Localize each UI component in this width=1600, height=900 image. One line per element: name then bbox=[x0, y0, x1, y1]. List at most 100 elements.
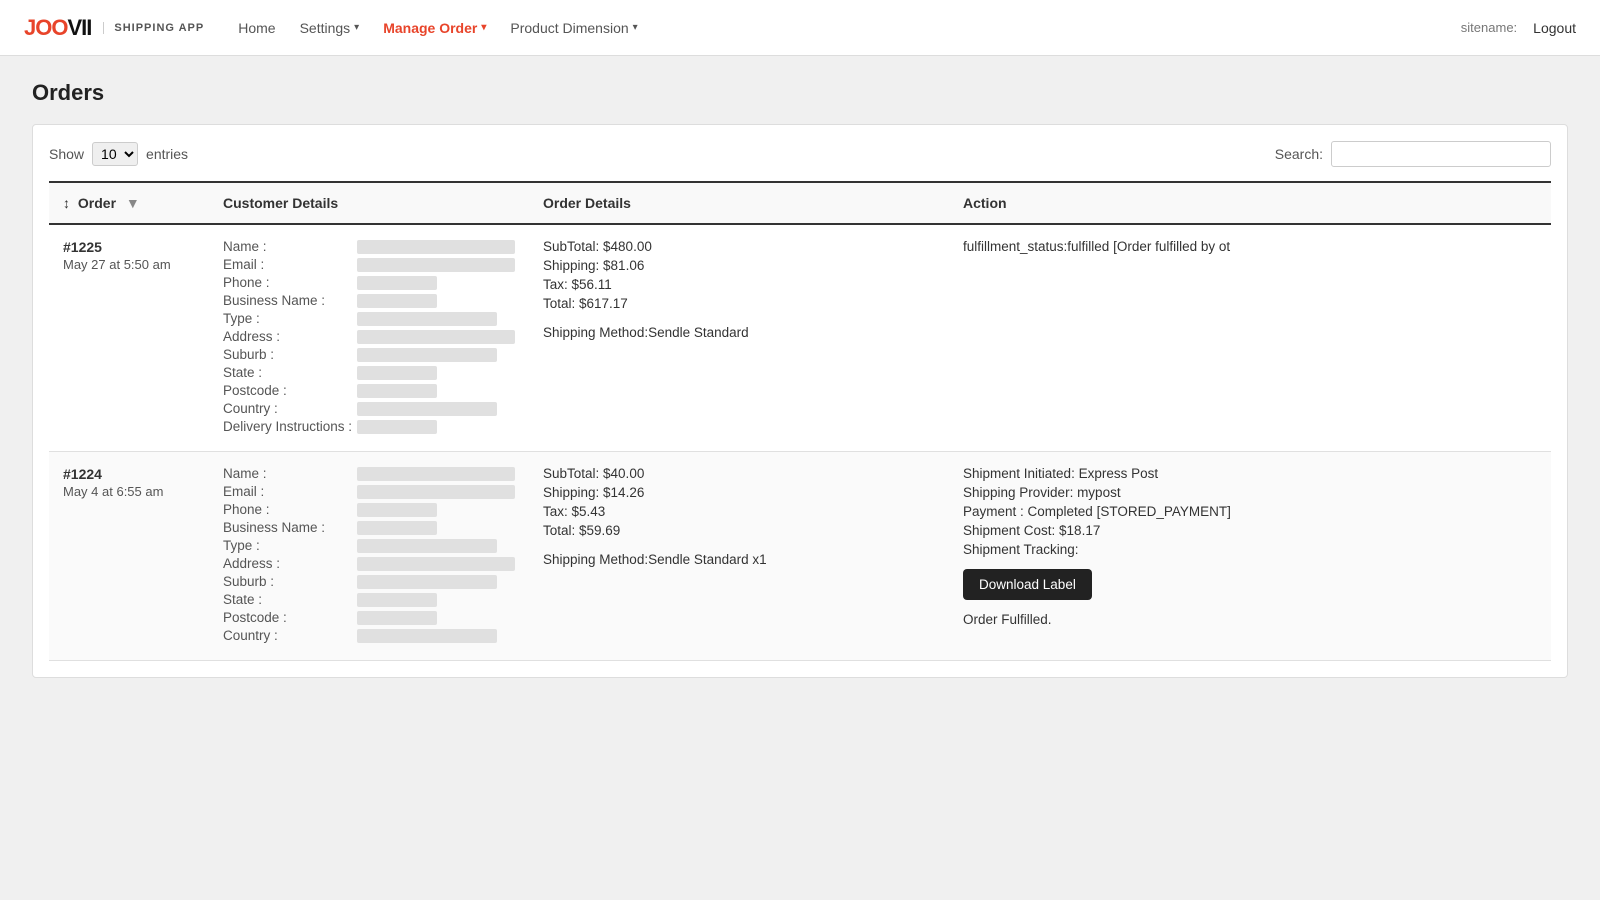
field-state: State : bbox=[223, 365, 515, 380]
field-value-bar bbox=[357, 366, 437, 380]
chevron-down-icon: ▾ bbox=[481, 22, 486, 33]
filter-icon[interactable]: ▼ bbox=[126, 195, 140, 211]
order-number: #1225 bbox=[63, 239, 195, 255]
total: Total: $59.69 bbox=[543, 523, 935, 538]
table-container: Show 10 25 50 entries Search: ↕ Order bbox=[32, 124, 1568, 678]
fulfillment-status: fulfillment_status:fulfilled [Order fulf… bbox=[963, 239, 1537, 254]
field-country: Country : bbox=[223, 628, 515, 643]
order-details-cell-1224: SubTotal: $40.00 Shipping: $14.26 Tax: $… bbox=[529, 452, 949, 661]
customer-cell-1225: Name : Email : Phone : Business Nam bbox=[209, 224, 529, 452]
col-header-order-details: Order Details bbox=[529, 182, 949, 224]
field-address: Address : bbox=[223, 556, 515, 571]
field-value-bar bbox=[357, 384, 437, 398]
field-name: Name : bbox=[223, 466, 515, 481]
nav-settings[interactable]: Settings ▾ bbox=[290, 14, 370, 42]
brand-subtitle: SHIPPING APP bbox=[103, 22, 204, 34]
subtotal: SubTotal: $40.00 bbox=[543, 466, 935, 481]
order-details-cell-1225: SubTotal: $480.00 Shipping: $81.06 Tax: … bbox=[529, 224, 949, 452]
subtotal: SubTotal: $480.00 bbox=[543, 239, 935, 254]
table-header: ↕ Order ▼ Customer Details Order Details… bbox=[49, 182, 1551, 224]
field-name: Name : bbox=[223, 239, 515, 254]
field-value-bar bbox=[357, 485, 515, 499]
field-label-business: Business Name : bbox=[223, 520, 353, 535]
shipment-cost: Shipment Cost: $18.17 bbox=[963, 523, 1537, 538]
field-state: State : bbox=[223, 592, 515, 607]
entries-select[interactable]: 10 25 50 bbox=[92, 142, 138, 166]
order-fulfilled-text: Order Fulfilled. bbox=[963, 612, 1537, 627]
field-value-bar bbox=[357, 521, 437, 535]
nav-links: Home Settings ▾ Manage Order ▾ Product D… bbox=[228, 14, 1445, 42]
field-label-address: Address : bbox=[223, 329, 353, 344]
field-value-bar bbox=[357, 402, 497, 416]
customer-cell-1224: Name : Email : Phone : Business Nam bbox=[209, 452, 529, 661]
field-label-email: Email : bbox=[223, 257, 353, 272]
action-cell-1224: Shipment Initiated: Express Post Shippin… bbox=[949, 452, 1551, 661]
field-type: Type : bbox=[223, 538, 515, 553]
download-label-button[interactable]: Download Label bbox=[963, 569, 1092, 600]
search-input[interactable] bbox=[1331, 141, 1551, 167]
field-value-bar bbox=[357, 258, 515, 272]
search-label: Search: bbox=[1275, 146, 1323, 162]
table-row: #1224 May 4 at 6:55 am Name : Email : bbox=[49, 452, 1551, 661]
field-label-type: Type : bbox=[223, 311, 353, 326]
field-country: Country : bbox=[223, 401, 515, 416]
field-type: Type : bbox=[223, 311, 515, 326]
tax: Tax: $56.11 bbox=[543, 277, 935, 292]
field-value-bar bbox=[357, 593, 437, 607]
shipping: Shipping: $81.06 bbox=[543, 258, 935, 273]
search-box: Search: bbox=[1275, 141, 1551, 167]
field-address: Address : bbox=[223, 329, 515, 344]
orders-table: ↕ Order ▼ Customer Details Order Details… bbox=[49, 181, 1551, 661]
sitename-label: sitename: bbox=[1461, 20, 1517, 35]
field-value-bar bbox=[357, 467, 515, 481]
show-label: Show bbox=[49, 146, 84, 162]
field-label-postcode: Postcode : bbox=[223, 610, 353, 625]
nav-home[interactable]: Home bbox=[228, 14, 285, 42]
entries-label: entries bbox=[146, 146, 188, 162]
field-label-country: Country : bbox=[223, 401, 353, 416]
field-delivery: Delivery Instructions : bbox=[223, 419, 515, 434]
order-number: #1224 bbox=[63, 466, 195, 482]
field-value-bar bbox=[357, 348, 497, 362]
order-date: May 27 at 5:50 am bbox=[63, 257, 195, 272]
chevron-down-icon: ▾ bbox=[633, 22, 638, 33]
col-header-customer: Customer Details bbox=[209, 182, 529, 224]
field-value-bar bbox=[357, 276, 437, 290]
field-suburb: Suburb : bbox=[223, 347, 515, 362]
field-value-bar bbox=[357, 503, 437, 517]
field-label-state: State : bbox=[223, 592, 353, 607]
show-entries-control: Show 10 25 50 entries bbox=[49, 142, 188, 166]
field-label-type: Type : bbox=[223, 538, 353, 553]
brand-logo: JOOVII bbox=[24, 15, 91, 41]
shipment-initiated: Shipment Initiated: Express Post bbox=[963, 466, 1537, 481]
action-cell-1225: fulfillment_status:fulfilled [Order fulf… bbox=[949, 224, 1551, 452]
logout-button[interactable]: Logout bbox=[1533, 20, 1576, 36]
shipping-method: Shipping Method:Sendle Standard bbox=[543, 325, 935, 340]
field-label-phone: Phone : bbox=[223, 275, 353, 290]
field-value-bar bbox=[357, 312, 497, 326]
field-label-email: Email : bbox=[223, 484, 353, 499]
col-header-action: Action bbox=[949, 182, 1551, 224]
field-label-suburb: Suburb : bbox=[223, 347, 353, 362]
nav-manage-order[interactable]: Manage Order ▾ bbox=[373, 14, 496, 42]
field-label-business: Business Name : bbox=[223, 293, 353, 308]
total: Total: $617.17 bbox=[543, 296, 935, 311]
field-value-bar bbox=[357, 330, 515, 344]
field-phone: Phone : bbox=[223, 502, 515, 517]
navbar: JOOVII SHIPPING APP Home Settings ▾ Mana… bbox=[0, 0, 1600, 56]
table-controls: Show 10 25 50 entries Search: bbox=[49, 141, 1551, 167]
field-value-bar bbox=[357, 539, 497, 553]
table-body: #1225 May 27 at 5:50 am Name : Email : bbox=[49, 224, 1551, 661]
field-label-phone: Phone : bbox=[223, 502, 353, 517]
brand: JOOVII SHIPPING APP bbox=[24, 15, 204, 41]
field-label-country: Country : bbox=[223, 628, 353, 643]
shipping-method: Shipping Method:Sendle Standard x1 bbox=[543, 552, 935, 567]
field-value-bar bbox=[357, 294, 437, 308]
field-postcode: Postcode : bbox=[223, 383, 515, 398]
order-cell-1224: #1224 May 4 at 6:55 am bbox=[49, 452, 209, 661]
field-email: Email : bbox=[223, 257, 515, 272]
field-value-bar bbox=[357, 557, 515, 571]
nav-product-dimension[interactable]: Product Dimension ▾ bbox=[500, 14, 647, 42]
field-value-bar bbox=[357, 240, 515, 254]
field-label-name: Name : bbox=[223, 239, 353, 254]
